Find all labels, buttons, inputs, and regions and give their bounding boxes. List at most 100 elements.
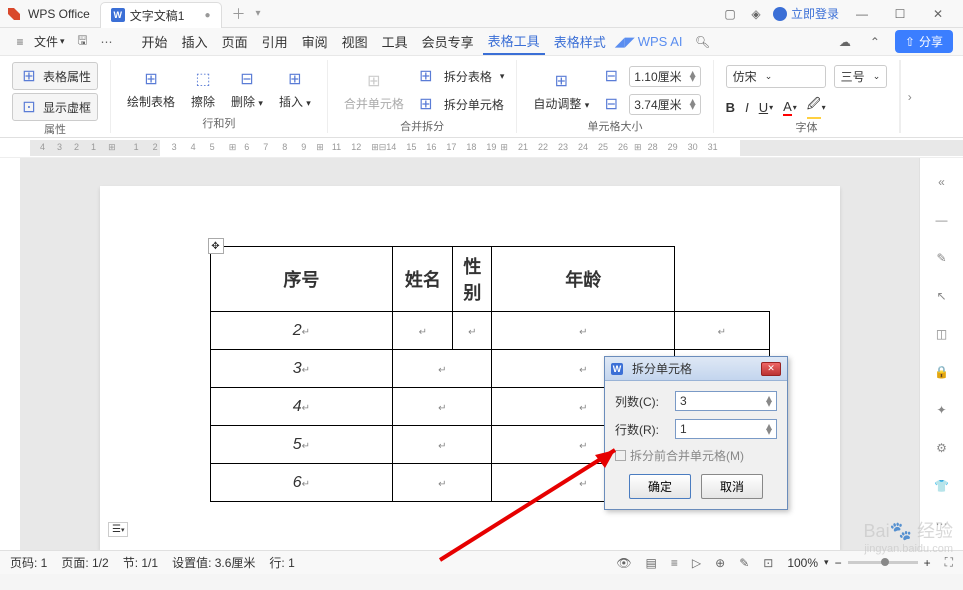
dialog-close-button[interactable]: ✕ xyxy=(761,362,781,376)
document-container: ✥ 序号 姓名 性别 年龄 2↵ ↵ ↵ ↵ ↵ 3↵↵↵↵ 4↵↵↵↵ 5↵↵… xyxy=(0,158,963,550)
vertical-ruler[interactable] xyxy=(0,158,20,550)
menu-review[interactable]: 审阅 xyxy=(297,29,333,54)
table-header[interactable]: 姓名 xyxy=(393,247,453,312)
collapse-ribbon-icon[interactable]: ⌃ xyxy=(865,32,885,52)
search-icon[interactable]: 🔍︎ xyxy=(693,32,713,52)
file-menu[interactable]: 文件 ▾ xyxy=(34,33,65,50)
table-header[interactable]: 性别 xyxy=(453,247,492,312)
table-header[interactable]: 序号 xyxy=(210,247,393,312)
table-cell[interactable]: ↵ xyxy=(492,312,675,350)
zoom-control[interactable]: 100%▾ − + xyxy=(787,556,930,570)
menu-table-tools[interactable]: 表格工具 xyxy=(483,28,545,55)
tab-add-button[interactable]: ＋ xyxy=(232,4,246,24)
status-setting[interactable]: 设置值: 3.6厘米 xyxy=(172,554,255,571)
bold-button[interactable]: B xyxy=(726,100,735,115)
focus-icon[interactable]: ⊡ xyxy=(763,556,773,570)
share-button[interactable]: ⇧ 分享 xyxy=(895,30,953,53)
table-cell[interactable]: ↵ xyxy=(453,312,492,350)
menu-ref[interactable]: 引用 xyxy=(257,29,293,54)
cube-icon[interactable]: ◈ xyxy=(747,5,765,23)
save-icon[interactable]: 🖫 xyxy=(73,32,93,52)
layout-icon[interactable]: ▤ xyxy=(646,556,657,570)
file-label: 文件 xyxy=(34,33,58,50)
row-count-input[interactable]: 1▴▾ xyxy=(675,419,777,439)
play-icon[interactable]: ▷ xyxy=(692,556,701,570)
tab-menu-button[interactable]: ▾ xyxy=(256,8,261,19)
table-cell[interactable]: 3↵ xyxy=(210,350,393,388)
table-cell[interactable]: ↵ xyxy=(393,464,492,502)
split-table-button[interactable]: 拆分表格 xyxy=(444,68,492,85)
table-cell[interactable]: ↵ xyxy=(393,350,492,388)
table-cell[interactable]: 6↵ xyxy=(210,464,393,502)
close-button[interactable]: ✕ xyxy=(923,2,953,26)
gear-icon[interactable]: ⚙ xyxy=(932,438,952,458)
maximize-button[interactable]: ☐ xyxy=(885,2,915,26)
font-size-select[interactable]: 三号⌄ xyxy=(834,65,888,88)
cancel-button[interactable]: 取消 xyxy=(701,474,763,499)
table-cell[interactable]: 2↵ xyxy=(210,312,393,350)
login-button[interactable]: 立即登录 xyxy=(773,5,839,22)
menu-tools[interactable]: 工具 xyxy=(377,29,413,54)
tab-dirty-icon[interactable]: ● xyxy=(204,10,210,21)
menu-table-style[interactable]: 表格样式 xyxy=(549,29,611,54)
sparkle-icon[interactable]: ✦ xyxy=(932,400,952,420)
italic-button[interactable]: I xyxy=(745,100,749,115)
auto-fit-button[interactable]: ⊞自动调整 ▾ xyxy=(529,67,593,114)
app-icon[interactable]: ◫ xyxy=(932,324,952,344)
highlight-button[interactable]: 🖉▾ xyxy=(807,95,826,119)
eye-icon[interactable]: 👁 xyxy=(616,556,631,570)
window-icon[interactable]: ▢ xyxy=(721,5,739,23)
row-height-input[interactable]: 1.10厘米▴▾ xyxy=(629,66,700,87)
horizontal-ruler[interactable]: 4321 ⊞ 12345 ⊞6 789 ⊞1112 ⊞⊟14 15161718 … xyxy=(0,138,963,158)
table-cell[interactable]: ↵ xyxy=(393,312,453,350)
split-cells-button[interactable]: 拆分单元格 xyxy=(444,96,504,113)
fullscreen-icon[interactable]: ⛶ xyxy=(945,555,953,570)
more-icon[interactable]: ⋯ xyxy=(97,32,117,52)
show-gridlines-button[interactable]: ⊡显示虚框 xyxy=(12,93,98,121)
document-tab[interactable]: W 文字文稿1 ● xyxy=(100,2,222,28)
pencil-icon[interactable]: ✎ xyxy=(932,248,952,268)
table-properties-button[interactable]: ⊞表格属性 xyxy=(12,62,98,90)
watermark: Bai🐾 经验 jingyan.baidu.com xyxy=(864,517,953,555)
outline-button[interactable]: ☰ ▾ xyxy=(108,522,128,537)
table-cell[interactable]: ↵ xyxy=(675,312,769,350)
ribbon-expand-button[interactable]: › xyxy=(900,60,918,133)
outline-view-icon[interactable]: ≡ xyxy=(671,556,678,570)
hamburger-icon[interactable]: ≡ xyxy=(10,32,30,52)
menu-page[interactable]: 页面 xyxy=(217,29,253,54)
menu-insert[interactable]: 插入 xyxy=(177,29,213,54)
menu-view[interactable]: 视图 xyxy=(337,29,373,54)
font-color-button[interactable]: A▾ xyxy=(783,99,797,116)
table-header[interactable]: 年龄 xyxy=(492,247,675,312)
edit-icon[interactable]: ✎ xyxy=(739,556,749,570)
insert-button[interactable]: ⊞插入 ▾ xyxy=(275,65,315,112)
web-icon[interactable]: ⊕ xyxy=(715,556,725,570)
menu-member[interactable]: 会员专享 xyxy=(417,29,479,54)
status-line[interactable]: 行: 1 xyxy=(269,554,294,571)
font-name-select[interactable]: 仿宋⌄ xyxy=(726,65,826,88)
table-cell[interactable]: ↵ xyxy=(393,388,492,426)
expand-icon[interactable]: « xyxy=(932,172,952,192)
status-pagecnt[interactable]: 页面: 1/2 xyxy=(61,554,108,571)
table-cell[interactable]: 5↵ xyxy=(210,426,393,464)
erase-button[interactable]: ⬚擦除 xyxy=(187,65,219,112)
ok-button[interactable]: 确定 xyxy=(629,474,691,499)
table-cell[interactable]: 4↵ xyxy=(210,388,393,426)
col-width-input[interactable]: 3.74厘米▴▾ xyxy=(629,94,700,115)
shirt-icon[interactable]: 👕 xyxy=(932,476,952,496)
lock-icon[interactable]: 🔒 xyxy=(932,362,952,382)
status-section[interactable]: 节: 1/1 xyxy=(123,554,158,571)
arrow-icon[interactable]: ↖ xyxy=(932,286,952,306)
wps-ai-button[interactable]: ◢◤ WPS AI xyxy=(615,34,683,50)
menu-start[interactable]: 开始 xyxy=(137,29,173,54)
delete-button[interactable]: ⊟删除 ▾ xyxy=(227,65,267,112)
dialog-title-bar[interactable]: W 拆分单元格 ✕ xyxy=(605,357,787,381)
col-count-input[interactable]: 3▴▾ xyxy=(675,391,777,411)
minus-icon[interactable]: — xyxy=(932,210,952,230)
cloud-icon[interactable]: ☁ xyxy=(835,32,855,52)
underline-button[interactable]: U▾ xyxy=(759,100,773,115)
minimize-button[interactable]: — xyxy=(847,2,877,26)
draw-table-button[interactable]: ⊞绘制表格 xyxy=(123,65,179,112)
table-cell[interactable]: ↵ xyxy=(393,426,492,464)
status-pageno[interactable]: 页码: 1 xyxy=(10,554,47,571)
